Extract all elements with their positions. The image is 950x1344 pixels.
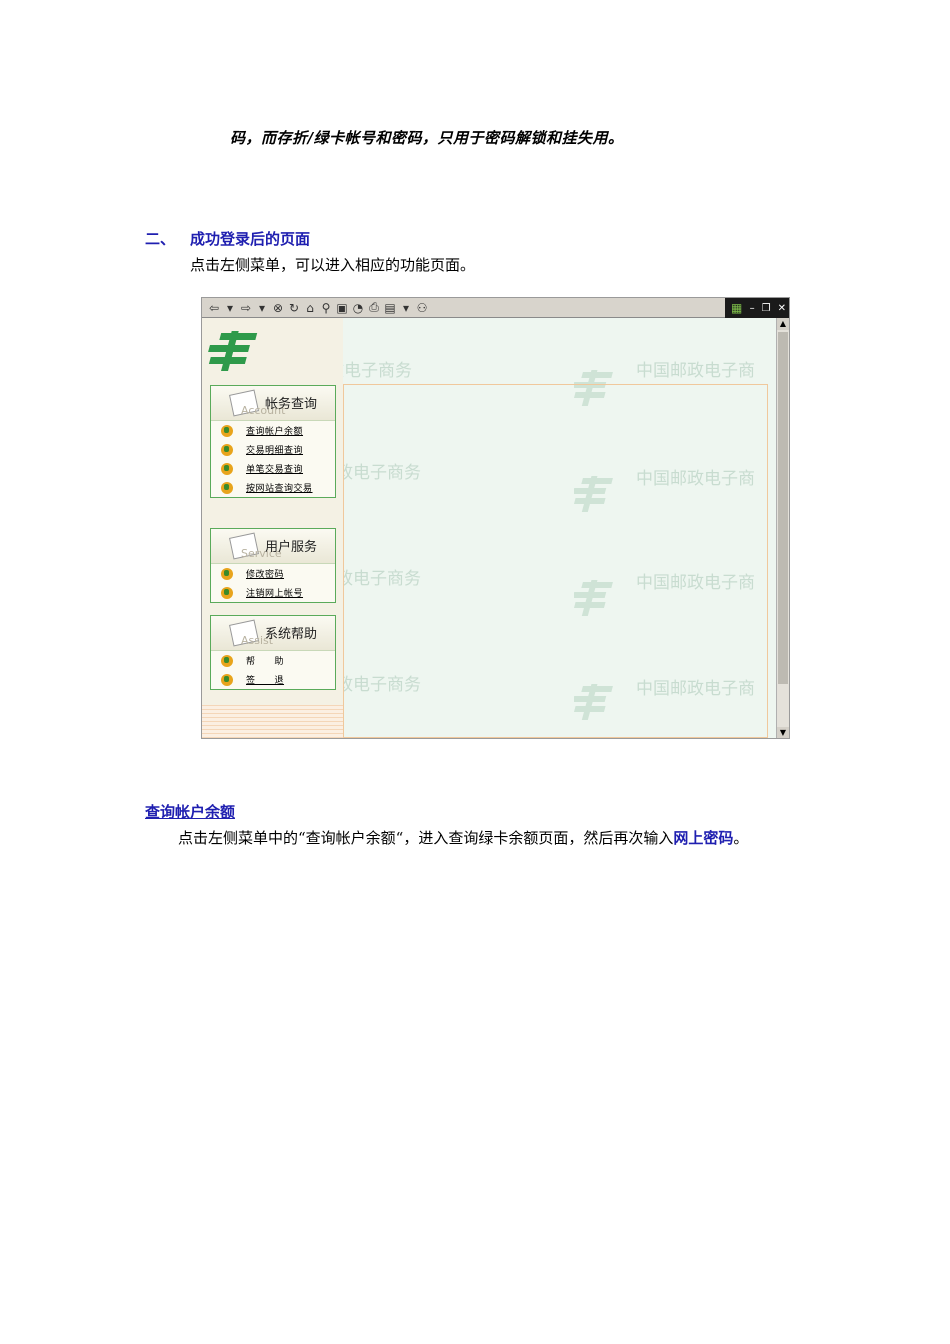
browser-toolbar: ⇦ ▾ ⇨ ▾ ⊗ ↻ ⌂ ⚲ ▣ ◔ ⎙ ▤ ▾ ⚇	[202, 298, 725, 318]
menu-item-help[interactable]: 帮 助	[211, 651, 335, 670]
logout-icon	[221, 673, 233, 686]
query-balance-link[interactable]: 查询帐户余额	[145, 801, 235, 822]
minimize-icon[interactable]: –	[750, 303, 755, 314]
watermark-text: 中国邮政电子商	[636, 361, 755, 381]
bullet-icon	[221, 462, 233, 475]
menu-title: 帐务查询	[265, 397, 318, 412]
menu-item-label[interactable]: 签 退	[246, 673, 284, 686]
bullet-icon	[221, 481, 233, 494]
windows-logo-icon: ▦	[731, 301, 743, 315]
stop-icon[interactable]: ⊗	[272, 301, 284, 315]
window-controls: ▦ – ❐ ✕	[725, 298, 789, 318]
menu-item-label[interactable]: 查询帐户余额	[246, 424, 303, 437]
section-title: 成功登录后的页面	[190, 230, 311, 248]
menu-item-label[interactable]: 单笔交易查询	[246, 462, 303, 475]
bullet-icon	[221, 654, 233, 667]
edit-icon[interactable]: ▤	[384, 301, 396, 315]
content-frame	[343, 384, 768, 738]
bullet-icon	[221, 443, 233, 456]
menu-service: Service 用户服务 修改密码 注销网上帐号	[210, 528, 336, 603]
dropdown-icon[interactable]: ▾	[400, 301, 412, 315]
menu-item-cancel-account[interactable]: 注销网上帐号	[211, 583, 335, 602]
query-desc-before: 点击左侧菜单中的“查询帐户余额“，进入查询绿卡余额页面，然后再次输入	[178, 829, 674, 847]
home-icon[interactable]: ⌂	[304, 301, 316, 315]
menu-item-balance[interactable]: 查询帐户余额	[211, 421, 335, 440]
menu-item-logout[interactable]: 签 退	[211, 670, 335, 689]
menu-header: Assist 系统帮助	[211, 616, 335, 651]
menu-header: Account 帐务查询	[211, 386, 335, 421]
menu-help: Assist 系统帮助 帮 助 签 退	[210, 615, 336, 690]
search-icon[interactable]: ⚲	[320, 301, 332, 315]
menu-item-label[interactable]: 按网站查询交易	[246, 481, 313, 494]
menu-item-label[interactable]: 交易明细查询	[246, 443, 303, 456]
vertical-scrollbar[interactable]: ▲ ▼	[776, 318, 789, 738]
bullet-icon	[221, 424, 233, 437]
scroll-down-icon[interactable]: ▼	[777, 727, 789, 738]
menu-item-change-password[interactable]: 修改密码	[211, 564, 335, 583]
text-line-top: 码，而存折/绿卡帐号和密码，只用于密码解锁和挂失用。	[230, 129, 624, 147]
menu-item-single-transaction[interactable]: 单笔交易查询	[211, 459, 335, 478]
restore-icon[interactable]: ❐	[762, 303, 771, 314]
messenger-icon[interactable]: ⚇	[416, 301, 428, 315]
sidebar-footer-stripes	[202, 705, 343, 738]
history-icon[interactable]: ◔	[352, 301, 364, 315]
online-password-term: 网上密码	[673, 829, 734, 847]
section-description: 点击左侧菜单，可以进入相应的功能页面。	[190, 256, 476, 274]
print-icon[interactable]: ⎙	[368, 300, 380, 315]
query-description: 点击左侧菜单中的“查询帐户余额“，进入查询绿卡余额页面，然后再次输入网上密码。	[178, 827, 748, 848]
menu-item-label[interactable]: 注销网上帐号	[246, 586, 303, 599]
menu-title: 用户服务	[265, 540, 318, 555]
menu-item-label[interactable]: 帮 助	[246, 654, 284, 667]
menu-item-label[interactable]: 修改密码	[246, 567, 284, 580]
forward-icon[interactable]: ⇨	[240, 301, 252, 315]
menu-title: 系统帮助	[265, 627, 318, 642]
refresh-icon[interactable]: ↻	[288, 301, 300, 315]
menu-item-by-site[interactable]: 按网站查询交易	[211, 478, 335, 497]
bullet-icon	[221, 586, 233, 599]
close-icon[interactable]: ✕	[778, 303, 786, 314]
menu-header: Service 用户服务	[211, 529, 335, 564]
dropdown-icon[interactable]: ▾	[224, 301, 236, 315]
query-desc-after: 。	[733, 829, 749, 847]
back-icon[interactable]: ⇦	[208, 301, 220, 315]
scroll-thumb[interactable]	[778, 332, 788, 684]
china-post-logo-icon	[208, 331, 258, 371]
dropdown-icon[interactable]: ▾	[256, 301, 268, 315]
embedded-screenshot: ⇦ ▾ ⇨ ▾ ⊗ ↻ ⌂ ⚲ ▣ ◔ ⎙ ▤ ▾ ⚇ ▦ – ❐ ✕ 中国邮政…	[201, 297, 790, 739]
bullet-icon	[221, 567, 233, 580]
section-number: 二、	[145, 230, 176, 248]
menu-account: Account 帐务查询 查询帐户余额 交易明细查询 单笔交易查询 按网站查询交…	[210, 385, 336, 498]
favorites-icon[interactable]: ▣	[336, 301, 348, 315]
scroll-up-icon[interactable]: ▲	[777, 318, 789, 330]
sidebar: Account 帐务查询 查询帐户余额 交易明细查询 单笔交易查询 按网站查询交…	[202, 318, 343, 738]
menu-item-transactions[interactable]: 交易明细查询	[211, 440, 335, 459]
